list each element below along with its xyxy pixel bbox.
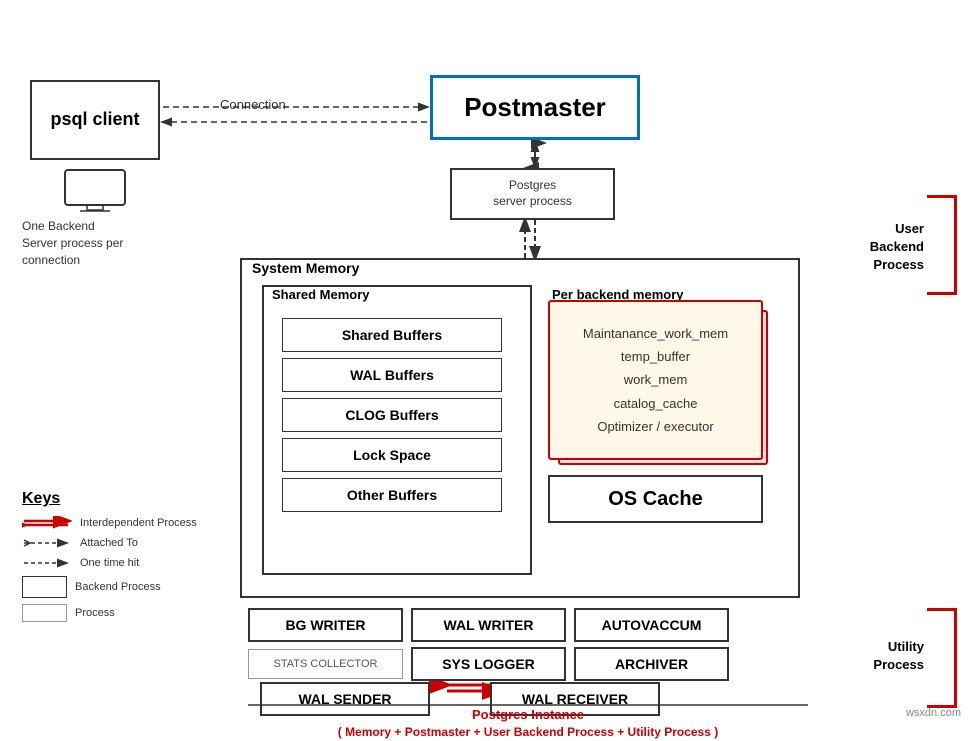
per-backend-item-2: work_mem bbox=[624, 368, 688, 391]
key-backend-label: Backend Process bbox=[75, 581, 161, 593]
key-process-label: Process bbox=[75, 607, 115, 619]
key-process-box bbox=[22, 604, 67, 622]
sm-item-wal-buffers: WAL Buffers bbox=[282, 358, 502, 392]
keys-title: Keys bbox=[22, 490, 222, 508]
stats-collector-box: STATS COLLECTOR bbox=[248, 649, 403, 679]
utility-brace bbox=[927, 608, 957, 708]
per-backend-item-4: Optimizer / executor bbox=[597, 415, 713, 438]
psql-client-label: psql client bbox=[50, 109, 139, 131]
os-cache-label: OS Cache bbox=[608, 488, 702, 511]
archiver-box: ARCHIVER bbox=[574, 647, 729, 681]
sm-item-lock-space: Lock Space bbox=[282, 438, 502, 472]
main-container: psql client One Backend Server process p… bbox=[0, 0, 969, 727]
sm-item-shared-buffers: Shared Buffers bbox=[282, 318, 502, 352]
key-process: Process bbox=[22, 604, 222, 622]
connection-label: Connection bbox=[220, 97, 286, 112]
psql-client-box: psql client bbox=[30, 80, 160, 160]
key-onetime-arrow bbox=[22, 556, 72, 570]
process-row1: BG WRITER WAL WRITER AUTOVACCUM bbox=[248, 608, 729, 642]
pg-instance-label: Postgres Instance ( Memory + Postmaster … bbox=[248, 706, 808, 741]
process-row2: STATS COLLECTOR SYS LOGGER ARCHIVER bbox=[248, 647, 729, 681]
sm-item-clog-buffers: CLOG Buffers bbox=[282, 398, 502, 432]
key-interdependent-label: Interdependent Process bbox=[80, 517, 197, 529]
postmaster-box: Postmaster bbox=[430, 75, 640, 140]
key-backend-box bbox=[22, 576, 67, 598]
shared-memory-title: Shared Memory bbox=[272, 287, 370, 302]
key-onetime-label: One time hit bbox=[80, 557, 139, 569]
key-onetime: One time hit bbox=[22, 556, 222, 570]
user-backend-label: User Backend Process bbox=[870, 220, 924, 275]
per-backend-item-3: catalog_cache bbox=[614, 392, 698, 415]
autovaccum-box: AUTOVACCUM bbox=[574, 608, 729, 642]
key-attached-arrow bbox=[22, 536, 72, 550]
key-interdependent-arrow bbox=[22, 516, 72, 530]
key-attached: Attached To bbox=[22, 536, 222, 550]
one-backend-text: One Backend Server process per connectio… bbox=[22, 218, 123, 268]
key-attached-label: Attached To bbox=[80, 537, 138, 549]
utility-label: Utility Process bbox=[873, 638, 924, 674]
keys-section: Keys Interdependent Process Attached To bbox=[22, 490, 222, 628]
pg-server-box: Postgres server process bbox=[450, 168, 615, 220]
bottom-divider bbox=[248, 703, 808, 707]
postmaster-label: Postmaster bbox=[464, 92, 606, 123]
key-interdependent: Interdependent Process bbox=[22, 516, 222, 530]
os-cache-box: OS Cache bbox=[548, 475, 763, 523]
key-backend: Backend Process bbox=[22, 576, 222, 598]
monitor-icon bbox=[60, 168, 130, 213]
per-backend-item-0: Maintanance_work_mem bbox=[583, 322, 728, 345]
watermark: wsxdn.com bbox=[906, 707, 961, 719]
pg-server-label: Postgres server process bbox=[493, 178, 572, 209]
sm-item-other-buffers: Other Buffers bbox=[282, 478, 502, 512]
per-backend-item-1: temp_buffer bbox=[621, 345, 690, 368]
sys-logger-box: SYS LOGGER bbox=[411, 647, 566, 681]
stacked-card-1: Maintanance_work_mem temp_buffer work_me… bbox=[548, 300, 763, 460]
bg-writer-box: BG WRITER bbox=[248, 608, 403, 642]
system-memory-title: System Memory bbox=[252, 260, 359, 276]
user-backend-brace bbox=[927, 195, 957, 295]
wal-writer-box: WAL WRITER bbox=[411, 608, 566, 642]
